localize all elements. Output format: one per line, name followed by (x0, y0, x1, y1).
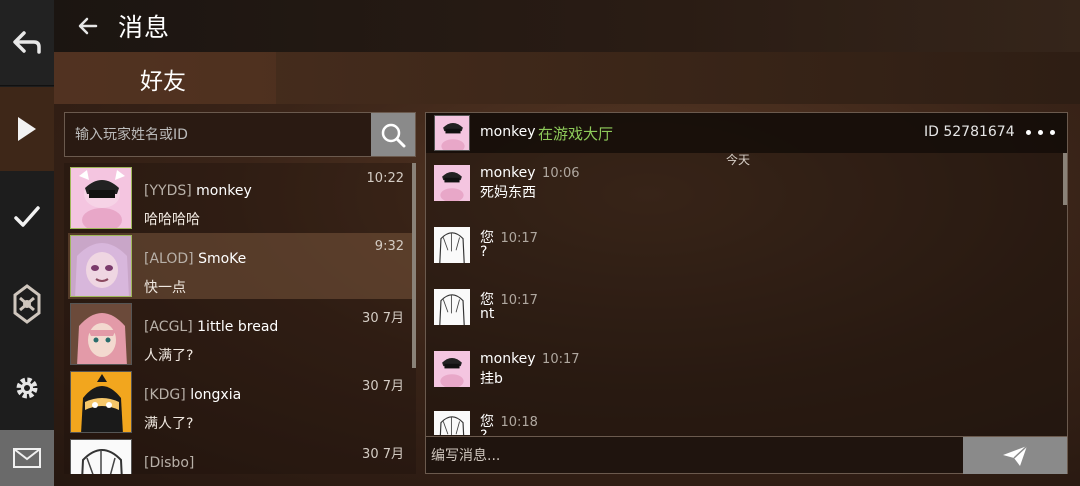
chat-scrollbar[interactable] (1063, 153, 1067, 205)
friend-list: [YYDS] monkey 10:22 哈哈哈哈 [ALOD] SmoKe 9:… (64, 163, 416, 474)
friend-name: 1ittle bread (197, 319, 279, 335)
message-sender: monkey 10:06 (480, 165, 580, 181)
clan-tag: [Disbo] (144, 455, 195, 471)
friend-title: [Disbo] (144, 455, 194, 471)
chat-header: monkey 在游戏大厅 ID 52781674 (426, 113, 1067, 153)
top-bar: 消息 (54, 0, 1080, 52)
avatar (434, 165, 470, 201)
compose-bar (426, 436, 1067, 474)
friend-last-message: 哈哈哈哈 (144, 212, 200, 228)
back-arrow-icon (13, 30, 41, 54)
friend-title: [ACGL] 1ittle bread (144, 319, 278, 335)
clan-tag: [YYDS] (144, 183, 192, 199)
avatar (70, 371, 132, 433)
clan-tag: [ACGL] (144, 319, 193, 335)
rail-play-button[interactable] (0, 87, 54, 171)
arrow-left-icon[interactable] (76, 14, 100, 38)
side-rail (0, 0, 54, 486)
friend-last-message: 人满了? (144, 348, 194, 364)
avatar (434, 351, 470, 387)
search-input[interactable] (65, 113, 371, 156)
player-search (64, 112, 416, 157)
chat-message: monkey 10:06 死妈东西 (434, 165, 994, 205)
gear-icon (16, 377, 38, 399)
more-options-icon[interactable] (1026, 130, 1056, 136)
friend-title: [ALOD] SmoKe (144, 251, 246, 267)
chat-panel: monkey 在游戏大厅 ID 52781674 今天 monkey 10:06… (425, 112, 1068, 474)
friend-row[interactable]: [YYDS] monkey 10:22 哈哈哈哈 (68, 165, 412, 231)
chat-message: 您 10:17 nt (434, 289, 994, 329)
rail-back-button[interactable] (0, 0, 54, 86)
tab-friends[interactable]: 好友 (140, 62, 186, 96)
avatar (434, 411, 470, 435)
friend-title: [YYDS] monkey (144, 183, 252, 199)
message-sender: 您 10:18 (480, 414, 538, 430)
chat-partner-id: ID 52781674 (924, 124, 1015, 140)
friend-title: [KDG] longxia (144, 387, 241, 403)
avatar (70, 303, 132, 365)
friend-time: 10:22 (366, 171, 404, 186)
avatar (70, 167, 132, 229)
message-time: 10:17 (542, 352, 580, 367)
friend-time: 9:32 (374, 239, 404, 254)
paper-plane-icon (1003, 444, 1028, 466)
friend-row[interactable]: [KDG] longxia 30 7月 满人了? (68, 369, 412, 435)
envelope-icon (13, 448, 41, 468)
rail-tasks-button[interactable] (0, 172, 54, 262)
chat-partner-name: monkey (480, 124, 536, 140)
clan-tag: [KDG] (144, 387, 186, 403)
avatar (434, 289, 470, 325)
message-text: ? (480, 244, 488, 260)
search-button[interactable] (371, 113, 415, 156)
friend-row[interactable]: [Disbo] 30 7月 (68, 437, 412, 474)
rail-settings-button[interactable] (0, 346, 54, 430)
avatar (434, 227, 470, 263)
friend-time: 30 7月 (362, 447, 404, 462)
page-title: 消息 (118, 13, 171, 42)
rail-messages-button[interactable] (0, 430, 54, 486)
chat-message: monkey 10:17 挂b (434, 351, 994, 391)
play-icon (18, 117, 36, 141)
message-sender: 您 10:17 (480, 230, 538, 246)
friend-name: monkey (196, 183, 252, 199)
chat-message: 您 10:18 ? (434, 411, 994, 435)
message-text: 死妈东西 (480, 185, 536, 201)
message-time: 10:06 (542, 166, 580, 181)
search-icon (381, 123, 406, 147)
tab-bar: 好友 (54, 52, 1080, 104)
chat-message: 您 10:17 ? (434, 227, 994, 267)
chat-partner-avatar[interactable] (434, 115, 470, 151)
send-button[interactable] (963, 437, 1067, 474)
friend-last-message: 快一点 (144, 280, 186, 296)
message-time: 10:18 (500, 415, 538, 430)
rail-clan-button[interactable] (0, 262, 54, 346)
friend-name: SmoKe (198, 251, 247, 267)
message-text: ? (480, 428, 487, 435)
message-text: nt (480, 306, 495, 322)
message-text: 挂b (480, 371, 503, 387)
friend-list-scrollbar[interactable] (412, 163, 416, 368)
friend-row[interactable]: [ALOD] SmoKe 9:32 快一点 (68, 233, 412, 299)
message-input[interactable] (426, 437, 963, 474)
friend-time: 30 7月 (362, 311, 404, 326)
friend-last-message: 满人了? (144, 416, 194, 432)
chat-partner-status: 在游戏大厅 (538, 125, 614, 143)
clan-tag: [ALOD] (144, 251, 194, 267)
avatar (70, 439, 132, 474)
avatar (70, 235, 132, 297)
friend-name: longxia (190, 387, 242, 403)
friend-time: 30 7月 (362, 379, 404, 394)
clan-emblem-icon (13, 284, 41, 324)
message-time: 10:17 (500, 231, 538, 246)
message-sender: monkey 10:17 (480, 351, 580, 367)
friend-row[interactable]: [ACGL] 1ittle bread 30 7月 人满了? (68, 301, 412, 367)
message-time: 10:17 (500, 293, 538, 308)
checkmark-icon (14, 206, 40, 227)
